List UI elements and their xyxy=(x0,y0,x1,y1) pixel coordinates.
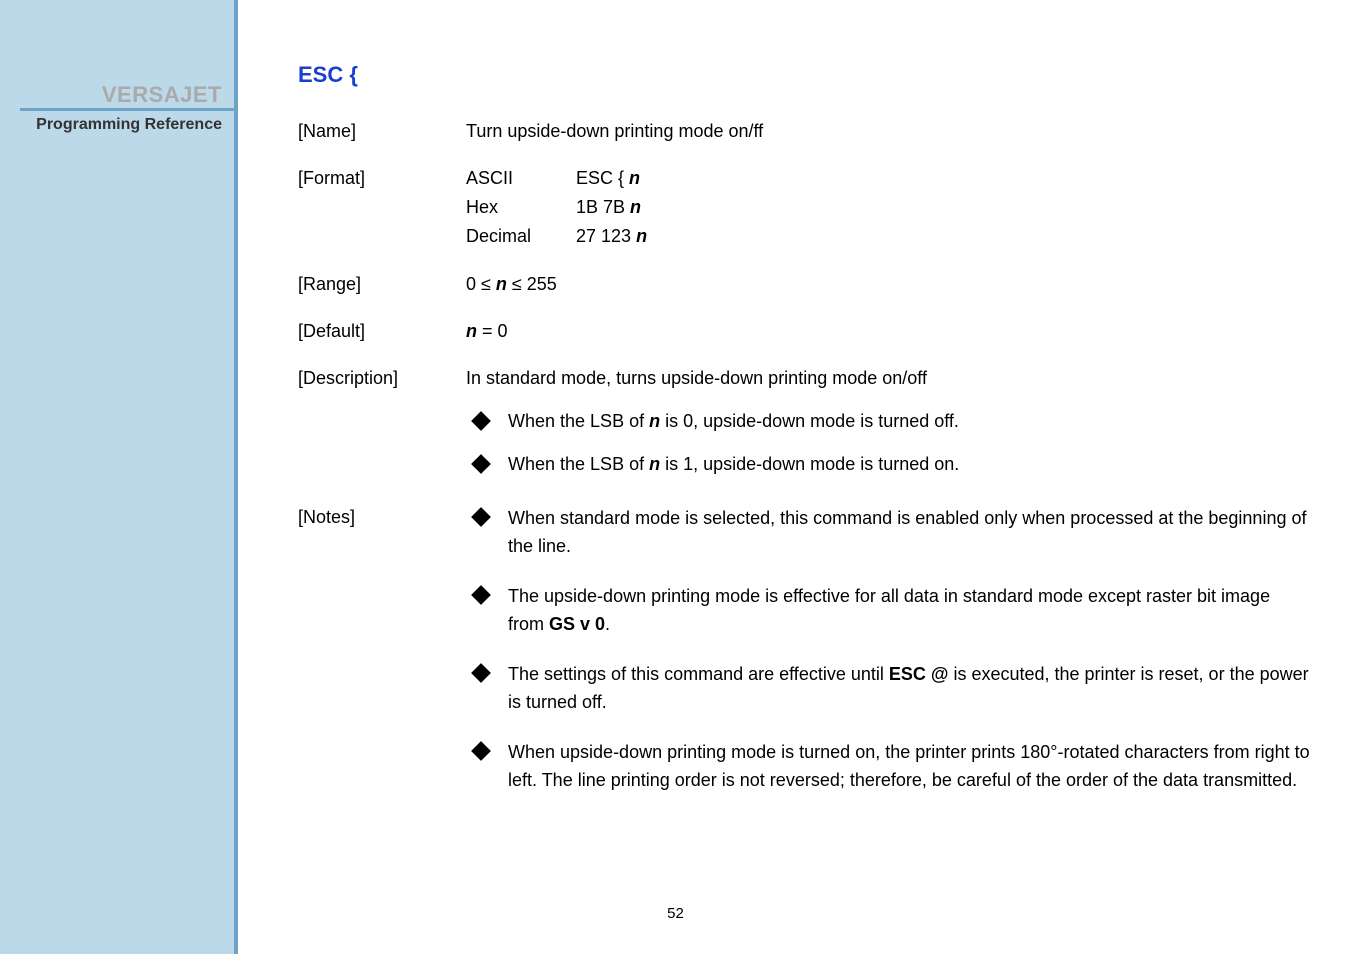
range-value: 0 ≤ n ≤ 255 xyxy=(466,272,1311,297)
notes-bullet-1: When standard mode is selected, this com… xyxy=(466,505,1311,561)
format-value: ASCII ESC { n Hex 1B 7B n Decimal 27 123… xyxy=(466,166,1311,250)
diamond-icon xyxy=(471,411,491,431)
diamond-icon xyxy=(471,508,491,528)
description-bullet-2: When the LSB of n is 1, upside-down mode… xyxy=(466,452,1311,477)
sidebar-subtitle: Programming Reference xyxy=(36,114,222,136)
diamond-icon xyxy=(471,663,491,683)
sidebar-title: VERSAJET xyxy=(102,80,222,111)
command-title: ESC { xyxy=(298,60,1311,91)
notes-bullet-4: When upside-down printing mode is turned… xyxy=(466,739,1311,795)
name-row: [Name] Turn upside-down printing mode on… xyxy=(298,119,1311,144)
format-hex-label: Hex xyxy=(466,195,576,220)
diamond-icon xyxy=(471,741,491,761)
sidebar: VERSAJET Programming Reference xyxy=(0,0,238,954)
page-number: 52 xyxy=(0,903,1351,924)
diamond-icon xyxy=(471,585,491,605)
description-bullet-1: When the LSB of n is 0, upside-down mode… xyxy=(466,409,1311,434)
range-label: [Range] xyxy=(298,272,466,297)
description-row: [Description] In standard mode, turns up… xyxy=(298,366,1311,391)
format-row: [Format] ASCII ESC { n Hex 1B 7B n Decim… xyxy=(298,166,1311,250)
description-bullets: When the LSB of n is 0, upside-down mode… xyxy=(466,409,1311,495)
range-row: [Range] 0 ≤ n ≤ 255 xyxy=(298,272,1311,297)
format-hex-value: 1B 7B n xyxy=(576,195,1311,220)
default-label: [Default] xyxy=(298,319,466,344)
default-row: [Default] n = 0 xyxy=(298,319,1311,344)
description-bullets-row: When the LSB of n is 0, upside-down mode… xyxy=(298,407,1311,495)
format-dec-label: Decimal xyxy=(466,224,576,249)
format-ascii-label: ASCII xyxy=(466,166,576,191)
description-label: [Description] xyxy=(298,366,466,391)
sidebar-divider xyxy=(20,108,234,111)
main-content: ESC { [Name] Turn upside-down printing m… xyxy=(298,60,1311,839)
format-label: [Format] xyxy=(298,166,466,250)
name-label: [Name] xyxy=(298,119,466,144)
format-ascii-value: ESC { n xyxy=(576,166,1311,191)
notes-label: [Notes] xyxy=(298,505,466,816)
description-value: In standard mode, turns upside-down prin… xyxy=(466,366,1311,391)
notes-bullet-3: The settings of this command are effecti… xyxy=(466,661,1311,717)
default-value: n = 0 xyxy=(466,319,1311,344)
notes-bullets: When standard mode is selected, this com… xyxy=(466,505,1311,816)
notes-bullet-2: The upside-down printing mode is effecti… xyxy=(466,583,1311,639)
name-value: Turn upside-down printing mode on/ff xyxy=(466,119,1311,144)
diamond-icon xyxy=(471,454,491,474)
notes-row: [Notes] When standard mode is selected, … xyxy=(298,505,1311,816)
format-dec-value: 27 123 n xyxy=(576,224,1311,249)
